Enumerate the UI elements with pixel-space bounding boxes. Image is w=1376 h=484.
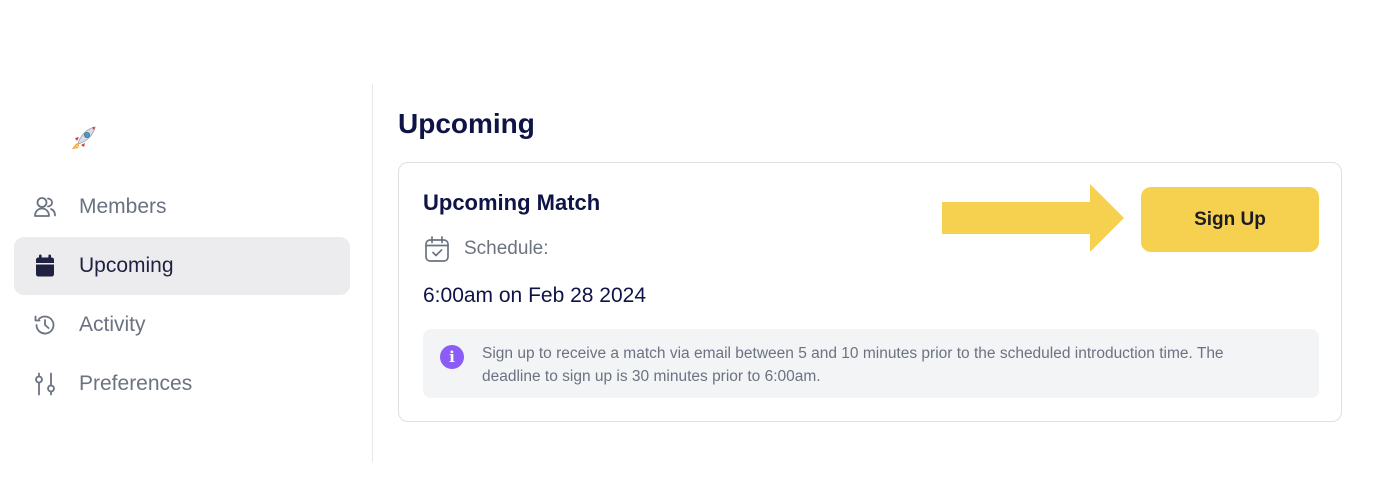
schedule-label: Schedule: (464, 238, 549, 259)
info-box: i Sign up to receive a match via email b… (423, 329, 1319, 398)
sidebar-item-label: Preferences (79, 372, 193, 395)
sliders-icon (32, 371, 58, 397)
rocket-icon[interactable] (68, 122, 100, 154)
arrow-right-icon (942, 184, 1146, 252)
history-icon (32, 312, 58, 338)
sidebar-divider (372, 84, 373, 462)
calendar-icon (32, 253, 58, 279)
schedule-value: 6:00am on Feb 28 2024 (423, 284, 647, 307)
info-text: Sign up to receive a match via email bet… (482, 345, 1224, 385)
sidebar-item-label: Activity (79, 313, 146, 336)
calendar-check-icon (424, 235, 450, 263)
sidebar-item-label: Members (79, 195, 167, 218)
sidebar-item-activity[interactable]: Activity (14, 296, 350, 354)
sidebar-item-label: Upcoming (79, 254, 174, 277)
page-title: Upcoming (398, 108, 535, 139)
sidebar-item-upcoming[interactable]: Upcoming (14, 237, 350, 295)
sidebar: Members Upcoming Activity Preferences (0, 0, 372, 484)
app-root: Members Upcoming Activity Preferences Up… (0, 0, 1376, 484)
upcoming-match-card: Upcoming Match Schedule: 6:00am on Feb 2… (398, 162, 1342, 422)
card-title: Upcoming Match (423, 190, 601, 215)
sidebar-item-members[interactable]: Members (14, 178, 350, 236)
sign-up-button[interactable]: Sign Up (1141, 187, 1319, 252)
info-icon: i (440, 345, 464, 369)
users-icon (32, 194, 58, 220)
sidebar-item-preferences[interactable]: Preferences (14, 355, 350, 413)
